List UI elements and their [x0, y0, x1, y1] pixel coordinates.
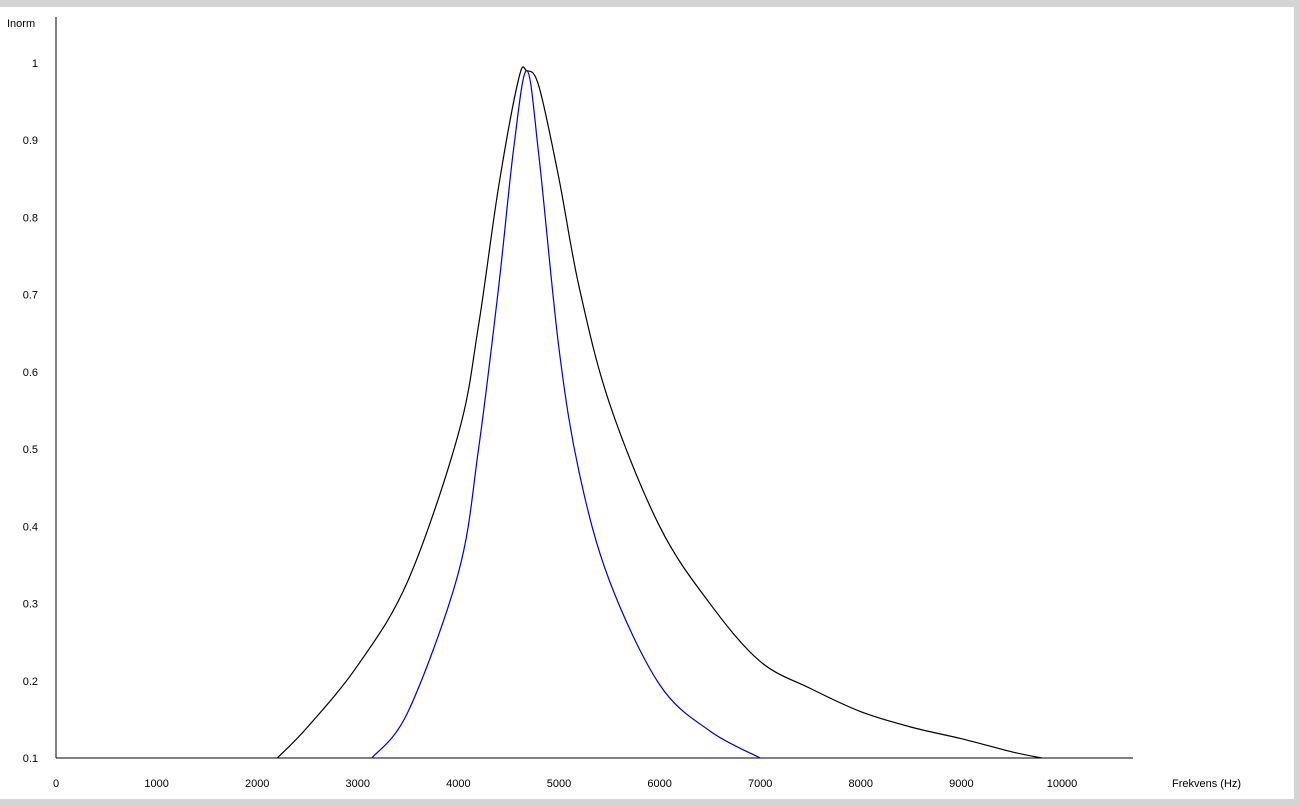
y-tick-label: 0.9 — [23, 135, 38, 147]
x-tick-label: 6000 — [647, 778, 671, 790]
y-axis-label: Inorm — [7, 18, 35, 30]
y-tick-label: 0.5 — [23, 444, 38, 456]
line-chart: 0.1 0.2 0.3 0.4 0.5 0.6 0.7 0.8 0.9 1 0 1000 2000 300… — [7, 17, 1241, 790]
x-tick-label: 1000 — [144, 778, 168, 790]
x-tick-label: 7000 — [748, 778, 772, 790]
y-tick-label: 1 — [32, 58, 38, 70]
x-axis-label: Frekvens (Hz) — [1172, 778, 1241, 790]
series-line-1 — [276, 66, 1043, 759]
x-tick-label: 3000 — [346, 778, 370, 790]
x-tick-label: 2000 — [245, 778, 269, 790]
y-tick-label: 0.6 — [23, 367, 38, 379]
x-tick-label: 4000 — [446, 778, 470, 790]
x-tick-label: 0 — [53, 778, 59, 790]
x-tick-label: 9000 — [949, 778, 973, 790]
y-tick-label: 0.4 — [23, 521, 38, 533]
y-tick-label: 0.1 — [23, 753, 38, 765]
y-tick-label: 0.8 — [23, 212, 38, 224]
x-tick-label: 8000 — [849, 778, 873, 790]
series-line-2 — [371, 70, 761, 759]
plot-frame: 0.1 0.2 0.3 0.4 0.5 0.6 0.7 0.8 0.9 1 0 1000 2000 300… — [0, 7, 1294, 799]
y-tick-label: 0.3 — [23, 599, 38, 611]
x-tick-label: 5000 — [547, 778, 571, 790]
y-tick-label: 0.2 — [23, 676, 38, 688]
x-tick-label: 10000 — [1047, 778, 1078, 790]
y-tick-label: 0.7 — [23, 290, 38, 302]
